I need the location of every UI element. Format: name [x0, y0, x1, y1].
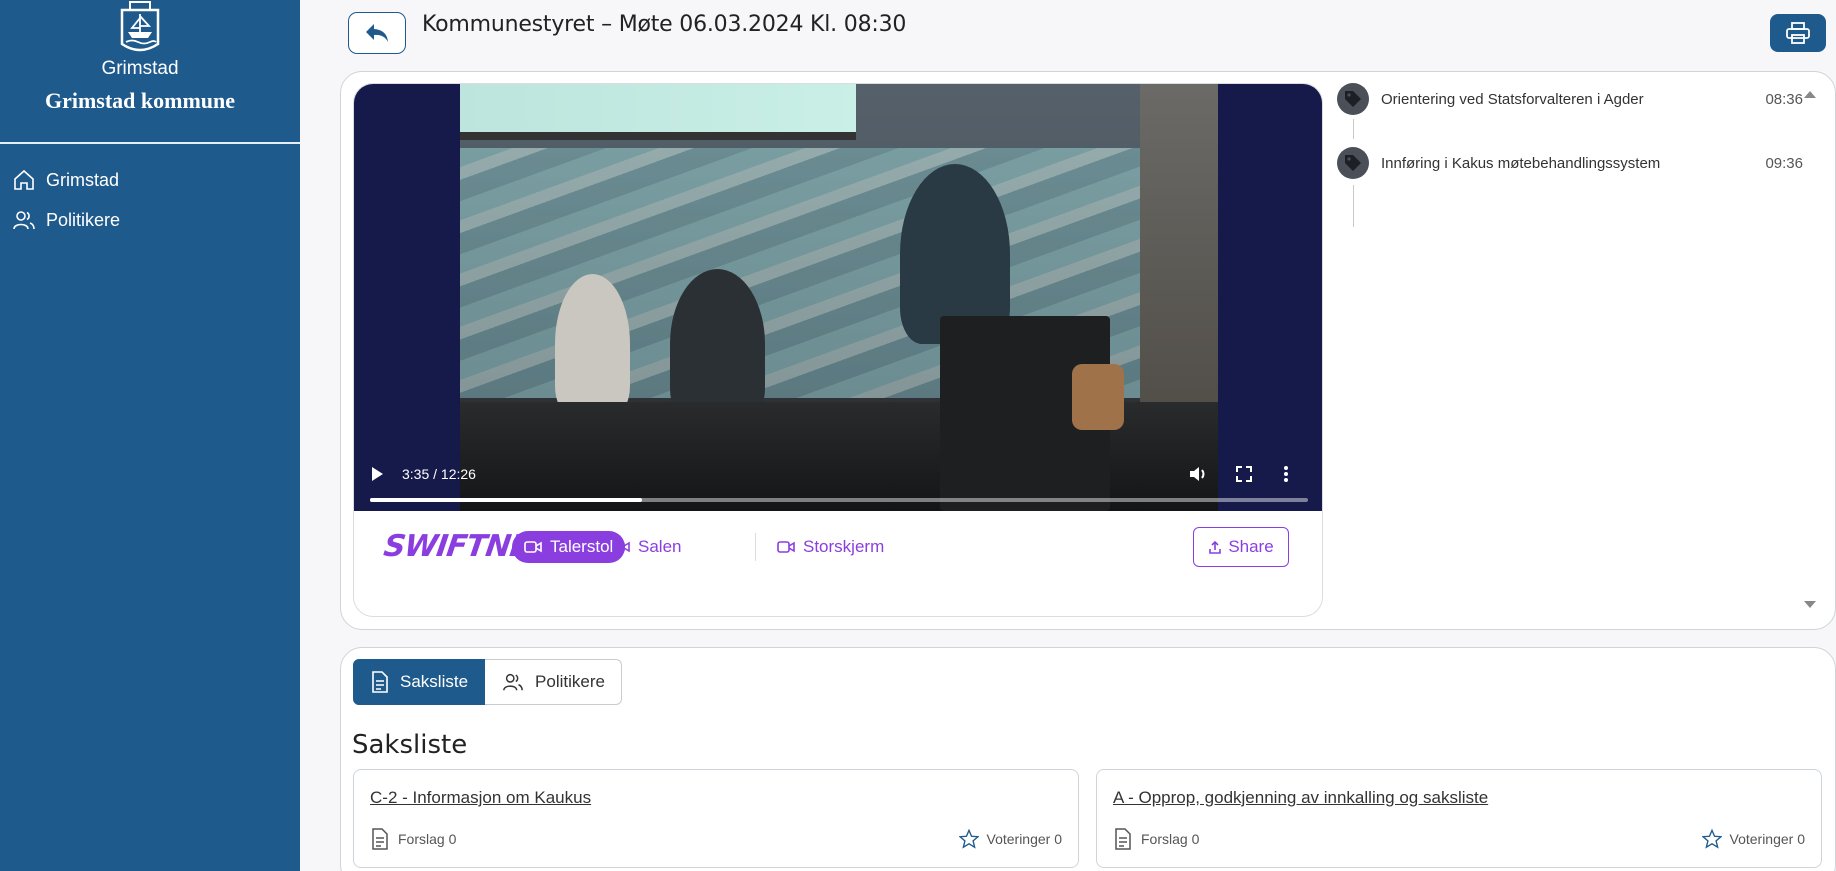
sidebar-item-grimstad[interactable]: Grimstad	[12, 165, 119, 195]
document-icon	[372, 671, 388, 693]
scroll-down-arrow[interactable]	[1804, 601, 1816, 608]
fullscreen-icon[interactable]	[1234, 464, 1254, 484]
play-icon[interactable]	[370, 466, 384, 482]
back-arrow-icon	[366, 24, 388, 42]
person-figure	[555, 274, 630, 414]
tab-politikere[interactable]: Politikere	[485, 659, 622, 705]
more-options-icon[interactable]	[1276, 464, 1296, 484]
camera-storskjerm-button[interactable]: Storskjerm	[765, 531, 896, 563]
scroll-up-arrow[interactable]	[1804, 91, 1816, 98]
sidebar-item-label: Grimstad	[46, 169, 120, 190]
tab-label: Saksliste	[400, 672, 469, 691]
camera-label: Storskjerm	[803, 537, 885, 556]
camera-label: Salen	[638, 537, 682, 556]
video-camera-icon	[524, 541, 542, 553]
forslag-label: Forslag 0	[398, 831, 457, 847]
back-button[interactable]	[348, 12, 406, 54]
projector-screen	[460, 84, 856, 140]
chapter-item[interactable]: Innføring i Kakus møtebehandlingssystem …	[1335, 147, 1803, 183]
chapter-title: Innføring i Kakus møtebehandlingssystem	[1381, 155, 1661, 172]
page-title: Kommunestyret – Møte 06.03.2024 Kl. 08:3…	[422, 12, 907, 37]
users-icon	[13, 211, 35, 230]
voteringer-count[interactable]: Voteringer 0	[958, 828, 1063, 850]
document-icon	[1115, 828, 1131, 850]
video-time: 3:35 / 12:26	[402, 466, 476, 482]
agenda-item-card: A - Opprop, godkjenning av innkalling og…	[1096, 769, 1822, 868]
timeline-line	[1353, 119, 1354, 139]
forslag-count: Forslag 0	[370, 828, 456, 850]
agenda-item-link[interactable]: C-2 - Informasjon om Kaukus	[370, 788, 591, 808]
voteringer-label: Voteringer 0	[1729, 831, 1806, 847]
printer-icon	[1786, 22, 1810, 44]
tag-icon	[1337, 147, 1369, 179]
sidebar-divider	[0, 142, 300, 144]
voteringer-count[interactable]: Voteringer 0	[1701, 828, 1806, 850]
video-progress-fill	[370, 498, 643, 502]
users-icon	[503, 673, 523, 691]
forslag-count: Forslag 0	[1113, 828, 1199, 850]
agenda-item-link[interactable]: A - Opprop, godkjenning av innkalling og…	[1113, 788, 1488, 808]
chapter-item[interactable]: Orientering ved Statsforvalteren i Agder…	[1335, 83, 1803, 119]
chapter-title: Orientering ved Statsforvalteren i Agder	[1381, 91, 1644, 108]
document-icon	[372, 828, 388, 850]
camera-salen-button[interactable]: Salen	[600, 531, 693, 563]
video-frame[interactable]: 3:35 / 12:26	[354, 84, 1322, 511]
chapter-list: Orientering ved Statsforvalteren i Agder…	[1335, 81, 1803, 621]
video-player: 3:35 / 12:26 SWIFTNER Talerstol Salen St…	[353, 83, 1323, 617]
person-figure	[670, 269, 765, 419]
tab-saksliste[interactable]: Saksliste	[353, 659, 486, 705]
video-progress-bar[interactable]	[370, 498, 1308, 502]
logo-city-name: Grimstad	[101, 58, 179, 79]
sidebar-item-politikere[interactable]: Politikere	[12, 205, 120, 235]
star-icon	[958, 828, 979, 849]
video-camera-icon	[612, 541, 630, 553]
share-button[interactable]: Share	[1193, 527, 1289, 567]
video-controls: 3:35 / 12:26	[354, 444, 1322, 511]
star-icon	[1701, 828, 1722, 849]
sidebar-item-label: Politikere	[46, 209, 121, 230]
municipality-name: Grimstad kommune	[44, 88, 236, 113]
video-camera-icon	[777, 541, 795, 553]
grimstad-coat-of-arms-logo	[120, 1, 160, 52]
home-icon	[14, 169, 34, 190]
tab-label: Politikere	[535, 672, 605, 691]
podium-crest	[1072, 364, 1124, 430]
agenda-item-card: C-2 - Informasjon om Kaukus Forslag 0 Vo…	[353, 769, 1079, 868]
forslag-label: Forslag 0	[1141, 831, 1200, 847]
tag-icon	[1337, 83, 1369, 115]
share-label: Share	[1228, 537, 1274, 556]
tab-bar: Saksliste Politikere	[353, 659, 622, 705]
chapter-scrollbar[interactable]	[1798, 81, 1820, 621]
print-button[interactable]	[1770, 14, 1826, 52]
voteringer-label: Voteringer 0	[986, 831, 1063, 847]
timeline-line	[1353, 185, 1354, 227]
camera-divider	[755, 533, 756, 561]
share-upload-icon	[1209, 540, 1222, 554]
volume-icon[interactable]	[1188, 464, 1208, 484]
player-toolbar: SWIFTNER Talerstol Salen Storskjerm Shar…	[354, 511, 1322, 616]
sidebar: Grimstad Grimstad kommune Grimstad Polit…	[0, 0, 300, 871]
section-title: Saksliste	[352, 730, 468, 760]
